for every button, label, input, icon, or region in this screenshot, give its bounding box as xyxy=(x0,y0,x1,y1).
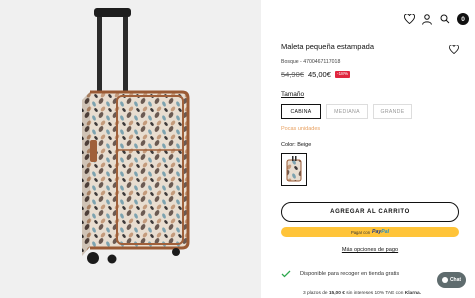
klarna-middle: sin intereses 10% TAE con xyxy=(346,291,404,296)
size-option-mediana[interactable]: MEDIANA xyxy=(326,104,368,119)
color-value: Beige xyxy=(297,142,312,148)
paypal-prefix: Pagar con xyxy=(350,229,371,235)
size-option-cabina[interactable]: CABINA xyxy=(281,104,321,119)
size-options: CABINA MEDIANA GRANDE xyxy=(281,104,412,119)
chat-label: Chat xyxy=(449,277,462,283)
wishlist-heart-icon[interactable] xyxy=(449,41,459,55)
product-title: Maleta pequeña estampada xyxy=(281,42,374,51)
product-details: 0 Maleta pequeña estampada Bosque - 4700… xyxy=(261,0,475,298)
size-option-grande[interactable]: GRANDE xyxy=(373,104,412,119)
klarna-logo: Klarna. xyxy=(404,291,422,296)
color-label-prefix: Color: xyxy=(281,142,296,148)
old-price: 54,90€ xyxy=(281,70,304,79)
paypal-logo-a: Pay xyxy=(372,229,382,235)
current-price: 45,00€ xyxy=(307,70,331,79)
size-label[interactable]: Tamaño xyxy=(281,91,304,98)
cart-icon[interactable]: 0 xyxy=(457,13,469,25)
paypal-logo-b: Pal xyxy=(381,229,390,235)
pickup-text: Disponible para recoger en tienda gratis xyxy=(300,271,400,277)
stock-notice: Pocas unidades xyxy=(281,126,321,132)
discount-badge: -18% xyxy=(334,71,351,78)
product-reference: Bosque - 4700467117018 xyxy=(281,59,341,65)
paypal-logo: PayPal xyxy=(372,229,389,235)
user-icon[interactable] xyxy=(421,13,433,25)
heart-icon[interactable] xyxy=(403,13,415,25)
product-image-area xyxy=(0,0,261,298)
klarna-installments: 3 plazos de 15,00 € sin intereses 10% TA… xyxy=(303,291,421,296)
price-row: 54,90€ 45,00€ -18% xyxy=(281,70,351,79)
more-payment-options-link[interactable]: Más opciones de pago xyxy=(281,247,459,253)
klarna-prefix: 3 plazos de xyxy=(303,291,328,296)
cart-count: 0 xyxy=(461,15,465,23)
suitcase-image[interactable] xyxy=(0,0,261,298)
search-icon[interactable] xyxy=(439,13,451,25)
color-swatch-beige[interactable] xyxy=(281,153,307,186)
chat-bubble-icon xyxy=(441,277,448,283)
chat-button[interactable]: Chat xyxy=(437,272,466,288)
paypal-button[interactable]: Pagar con PayPal xyxy=(281,227,459,237)
color-label: Color: Beige xyxy=(281,142,311,148)
store-pickup: Disponible para recoger en tienda gratis xyxy=(281,265,399,283)
add-to-cart-button[interactable]: AGREGAR AL CARRITO xyxy=(281,202,459,222)
klarna-amount: 15,00 € xyxy=(328,291,345,296)
header-icons: 0 xyxy=(403,12,469,26)
check-icon xyxy=(281,265,291,283)
